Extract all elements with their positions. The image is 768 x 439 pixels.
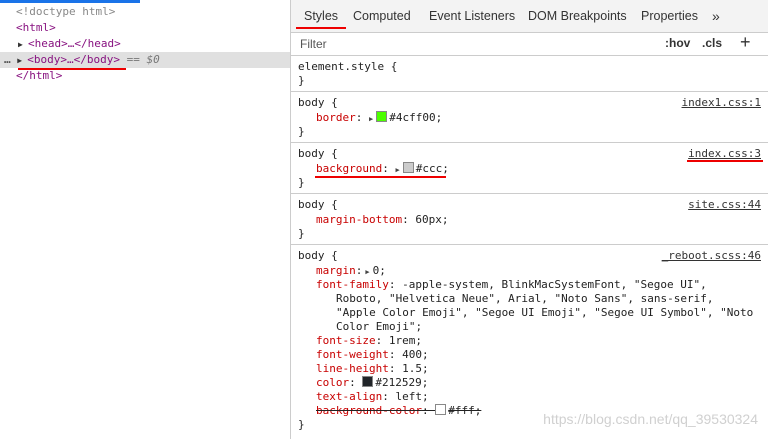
- active-panel-indicator: [0, 0, 140, 3]
- expand-triangle-icon: ▶: [395, 166, 400, 174]
- source-link[interactable]: site.css:44: [688, 198, 761, 212]
- declaration-font-size[interactable]: font-size: 1rem;: [316, 334, 422, 348]
- rule-selector[interactable]: body {: [298, 198, 338, 212]
- rule-selector[interactable]: element.style {: [298, 60, 397, 74]
- declaration-border[interactable]: border: ▶ #4cff00;: [316, 111, 442, 125]
- filter-bar: Filter :hov .cls +: [291, 32, 768, 56]
- rule-selector[interactable]: body {: [298, 147, 338, 161]
- expand-triangle-icon: ▶: [369, 115, 374, 123]
- declaration-font-weight[interactable]: font-weight: 400;: [316, 348, 429, 362]
- cls-toggle[interactable]: .cls: [702, 36, 722, 50]
- more-tabs-icon[interactable]: »: [712, 0, 720, 32]
- declaration-margin[interactable]: margin: ▶ 0;: [316, 264, 386, 278]
- sidebar-tabs: Styles Computed Event Listeners DOM Brea…: [291, 0, 768, 33]
- expand-triangle-icon: ▶: [365, 268, 370, 276]
- body-node-selected[interactable]: … ▶ <body>…</body> == $0: [0, 52, 290, 68]
- declaration-line-height[interactable]: line-height: 1.5;: [316, 362, 429, 376]
- rule-margin-bottom: body { site.css:44 margin-bottom: 60px; …: [291, 194, 768, 245]
- declaration-text-align[interactable]: text-align: left;: [316, 390, 429, 404]
- add-rule-icon[interactable]: +: [740, 32, 751, 53]
- rule-reboot: body { _reboot.scss:46 margin: ▶ 0; font-f…: [298, 249, 761, 431]
- elements-panel: <!doctype html> <html> ▶ <head>…</head> ……: [0, 0, 291, 439]
- declaration-font-family[interactable]: font-family: -apple-system, BlinkMacSyst…: [316, 278, 707, 292]
- source-link[interactable]: index1.css:1: [682, 96, 761, 110]
- styles-sidebar: Styles Computed Event Listeners DOM Brea…: [291, 0, 768, 439]
- color-swatch[interactable]: [402, 162, 414, 173]
- console-ref-marker: == $0: [126, 53, 160, 66]
- rule-close: }: [298, 74, 305, 87]
- expand-triangle-icon[interactable]: ▶: [18, 37, 28, 53]
- red-annotation-underline: [687, 160, 763, 162]
- declaration-background-color-overridden[interactable]: background-color: #fff;: [316, 404, 481, 418]
- hov-toggle[interactable]: :hov: [665, 36, 690, 50]
- rule-background: body { index.css:3 background: ▶ #ccc; }: [291, 143, 768, 194]
- color-swatch[interactable]: [362, 376, 374, 387]
- html-close-node[interactable]: </html>: [16, 68, 62, 84]
- rule-border: body { index1.css:1 border: ▶ #4cff00; }: [291, 92, 768, 143]
- filter-input[interactable]: Filter: [300, 37, 327, 51]
- source-link[interactable]: index.css:3: [688, 147, 761, 161]
- red-annotation-underline: [296, 27, 346, 29]
- tab-dom-breakpoints[interactable]: DOM Breakpoints: [528, 0, 627, 32]
- declaration-background[interactable]: background: ▶ #ccc;: [316, 162, 449, 176]
- declaration-margin-bottom[interactable]: margin-bottom: 60px;: [316, 213, 448, 227]
- expand-triangle-icon[interactable]: ▶: [17, 53, 27, 69]
- tab-computed[interactable]: Computed: [353, 0, 411, 32]
- head-node[interactable]: ▶ <head>…</head>: [18, 36, 121, 52]
- source-link[interactable]: _reboot.scss:46: [662, 249, 761, 263]
- red-annotation-underline: [315, 176, 446, 178]
- declaration-color[interactable]: color: #212529;: [316, 376, 428, 390]
- tab-event-listeners[interactable]: Event Listeners: [429, 0, 515, 32]
- more-options-icon[interactable]: …: [4, 53, 11, 66]
- html-node[interactable]: <html>: [16, 20, 56, 36]
- body-tag: <body>…</body>: [27, 53, 120, 66]
- rule-selector[interactable]: body {: [298, 96, 338, 110]
- doctype-node[interactable]: <!doctype html>: [16, 4, 115, 20]
- rule-element-style: element.style { }: [291, 56, 768, 92]
- tab-properties[interactable]: Properties: [641, 0, 698, 32]
- watermark: https://blog.csdn.net/qq_39530324: [543, 411, 758, 427]
- color-swatch[interactable]: [435, 404, 447, 415]
- color-swatch[interactable]: [376, 111, 388, 122]
- rule-selector[interactable]: body {: [298, 249, 338, 263]
